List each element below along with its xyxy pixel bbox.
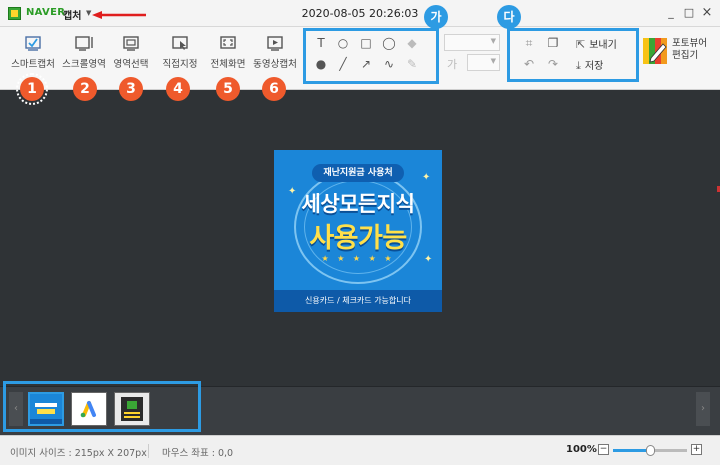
undo-icon[interactable]: ↶: [522, 57, 536, 71]
send-button[interactable]: ⇱ 보내기: [576, 36, 617, 51]
video-capture-label: 동영상캡처: [253, 59, 297, 70]
photo-viewer-label-2: 편집기: [672, 50, 699, 61]
scroll-area-button[interactable]: 스크롤영역: [57, 35, 111, 83]
status-divider: [148, 444, 149, 458]
font-family-select[interactable]: ▼: [444, 34, 500, 51]
manual-select-label: 직접지정: [162, 59, 198, 70]
font-size-label: 가: [447, 58, 458, 71]
save-button[interactable]: ⤓ 저장: [576, 57, 603, 73]
font-size-select[interactable]: ▼: [467, 54, 500, 71]
zoom-slider[interactable]: [613, 445, 687, 456]
photo-viewer-button[interactable]: 포토뷰어 편집기: [640, 38, 716, 72]
annotation-badge-ga: 가: [424, 5, 448, 29]
annotation-number-4: 4: [166, 77, 190, 101]
zoom-in-button[interactable]: +: [691, 444, 702, 455]
photo-viewer-icon: [643, 38, 667, 64]
annotation-badge-da: 다: [497, 5, 521, 29]
speech-bubble-tool-icon[interactable]: ◯: [382, 36, 396, 50]
annotation-number-5: 5: [216, 77, 240, 101]
save-label: 저장: [584, 61, 604, 72]
annotation-number-2: 2: [73, 77, 97, 101]
copy-icon[interactable]: ❐: [546, 36, 560, 50]
annotation-number-3: 3: [119, 77, 143, 101]
smart-capture-label: 스마트캡처: [11, 59, 55, 70]
zoom-out-button[interactable]: −: [598, 444, 609, 455]
area-select-icon: [123, 36, 139, 51]
captured-image-preview[interactable]: 재난지원금 사용처 세상모든지식 사용가능 ★ ★ ★ ★ ★ ✦ ✦ ✦ 신용…: [274, 150, 442, 312]
zoom-slider-fill: [613, 449, 650, 452]
fullscreen-label: 전체화면: [210, 59, 246, 70]
edit-tools-group: ⌗ ❐ ↶ ↷ ⇱ 보내기 ⤓ 저장: [507, 28, 639, 82]
manual-select-button[interactable]: 직접지정: [153, 35, 207, 83]
area-select-label: 영역선택: [113, 59, 149, 70]
scroll-area-icon: [75, 36, 93, 51]
drawing-tools-group: T ○ □ ◯ ◆ ● ╱ ↗ ∿ ✎: [303, 28, 439, 84]
mosaic-tool-icon[interactable]: ●: [314, 57, 328, 71]
preview-stars: ★ ★ ★ ★ ★: [321, 254, 395, 263]
fullscreen-icon: [220, 36, 236, 49]
maximize-button[interactable]: □: [682, 6, 696, 20]
chevron-down-icon: ▼: [490, 37, 496, 45]
annotation-number-1: 1: [16, 73, 48, 105]
arrow-tool-icon[interactable]: ↗: [359, 57, 373, 71]
redo-icon[interactable]: ↷: [546, 57, 560, 71]
ellipse-tool-icon[interactable]: ○: [336, 36, 350, 50]
zoom-level: 100%: [566, 444, 597, 455]
freehand-tool-icon[interactable]: ∿: [382, 57, 396, 71]
video-capture-icon: [267, 36, 283, 51]
preview-pill-text: 재난지원금 사용처: [312, 164, 404, 182]
fill-color-icon[interactable]: ◆: [405, 36, 419, 50]
line-tool-icon[interactable]: ╱: [336, 57, 350, 71]
sparkle-icon: ✦: [422, 172, 431, 183]
preview-headline-2: 사용가능: [309, 223, 407, 254]
fullscreen-button[interactable]: 전체화면: [201, 35, 255, 83]
text-tool-icon[interactable]: T: [314, 36, 328, 50]
rectangle-tool-icon[interactable]: □: [359, 36, 373, 50]
photo-viewer-label-1: 포토뷰어: [672, 38, 707, 49]
sparkle-icon: ✦: [424, 254, 433, 265]
image-size-readout: 이미지 사이즈 : 215px X 207px: [10, 448, 147, 459]
download-icon: ⤓: [576, 59, 581, 72]
preview-headline-1: 세상모든지식: [301, 192, 415, 216]
line-color-icon[interactable]: ✎: [405, 57, 419, 71]
red-arrow-annotation: [92, 11, 146, 19]
smart-capture-icon: [25, 36, 41, 51]
mouse-coords-readout: 마우스 좌표 : 0,0: [162, 448, 234, 459]
filmstrip-highlight-box: [3, 381, 201, 432]
annotation-number-6: 6: [262, 77, 286, 101]
zoom-slider-knob[interactable]: [646, 445, 655, 456]
minimize-button[interactable]: _: [664, 6, 678, 20]
smart-capture-button[interactable]: 스마트캡처: [6, 35, 60, 83]
preview-bottom-banner: 신용카드 / 체크카드 가능합니다: [274, 290, 442, 312]
sparkle-icon: ✦: [288, 186, 297, 197]
chevron-down-icon: ▼: [490, 57, 496, 65]
crop-icon[interactable]: ⌗: [522, 36, 536, 50]
area-select-button[interactable]: 영역선택: [104, 35, 158, 83]
filmstrip-next-button[interactable]: ›: [696, 392, 710, 426]
video-capture-button[interactable]: 동영상캡처: [248, 35, 302, 83]
manual-select-icon: [172, 36, 188, 50]
send-label: 보내기: [589, 40, 617, 51]
share-icon: ⇱: [576, 38, 586, 51]
scroll-area-label: 스크롤영역: [62, 59, 106, 70]
close-button[interactable]: ×: [700, 6, 714, 20]
status-bar: 이미지 사이즈 : 215px X 207px 마우스 좌표 : 0,0 100…: [0, 435, 720, 465]
